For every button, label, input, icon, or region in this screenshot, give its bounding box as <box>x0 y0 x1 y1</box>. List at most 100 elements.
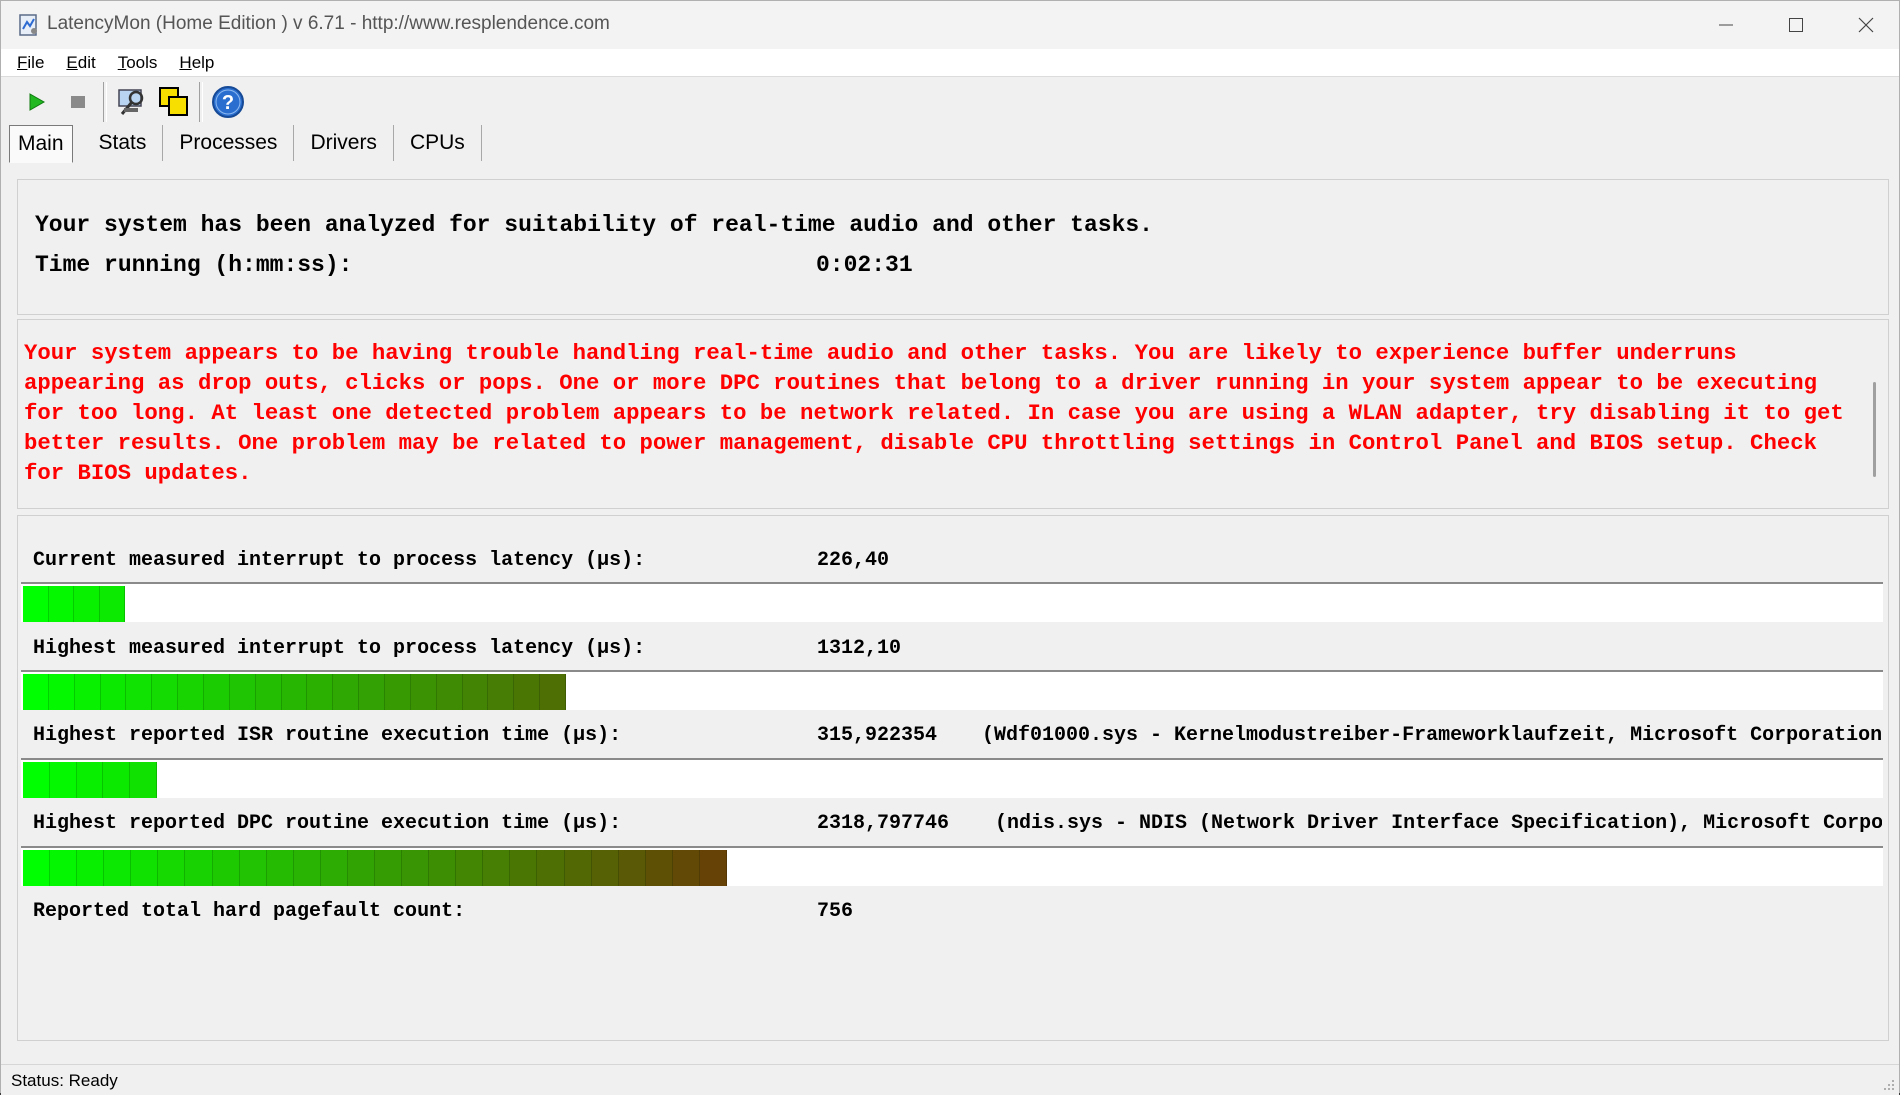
bar-segment <box>266 850 294 886</box>
bar-segment <box>49 762 77 798</box>
current-latency-label: Current measured interrupt to process la… <box>33 549 646 572</box>
dpc-time-value: 2318,797746 <box>817 812 950 835</box>
status-text: Status: Ready <box>11 1071 118 1090</box>
svg-text:?: ? <box>222 92 234 114</box>
bar-segment <box>436 674 463 710</box>
dpc-time-label: Highest reported DPC routine execution t… <box>33 812 622 835</box>
bar-segment <box>255 674 282 710</box>
play-icon <box>29 93 46 111</box>
bar-segment <box>564 850 592 886</box>
bar-segment <box>402 850 430 886</box>
bar-segment <box>204 674 230 710</box>
status-bar: Status: Ready <box>1 1064 1899 1095</box>
minimize-button[interactable] <box>1691 1 1761 49</box>
menu-edit[interactable]: Edit <box>66 53 95 73</box>
toolbar: ? <box>1 79 1899 125</box>
bar-segment <box>126 674 153 710</box>
dpc-time-bar-fill <box>23 850 727 886</box>
tab-stats[interactable]: Stats <box>83 125 164 161</box>
tab-drivers[interactable]: Drivers <box>294 125 394 161</box>
bar-segment <box>359 674 385 710</box>
current-latency-value: 226,40 <box>817 549 890 572</box>
tab-processes[interactable]: Processes <box>163 125 295 161</box>
bar-segment <box>333 674 360 710</box>
isr-time-label: Highest reported ISR routine execution t… <box>33 724 622 747</box>
bar-segment <box>456 850 484 886</box>
stop-button[interactable] <box>57 81 99 123</box>
summary-heading: Your system has been analyzed for suitab… <box>35 212 1153 238</box>
isr-driver-detail: (Wdf01000.sys - Kernelmodustreiber-Frame… <box>982 724 1882 747</box>
copy-button[interactable] <box>153 81 195 123</box>
bar-segment <box>212 850 240 886</box>
bar-segment <box>131 850 159 886</box>
monitor-icon <box>118 89 144 115</box>
dpc-time-bar <box>21 846 1883 886</box>
bar-segment <box>130 762 157 798</box>
minimize-icon <box>1719 24 1733 26</box>
bar-segment <box>48 586 74 622</box>
menu-file[interactable]: File <box>17 53 44 73</box>
bar-segment <box>307 674 334 710</box>
bar-segment <box>74 674 101 710</box>
pagefault-label: Reported total hard pagefault count: <box>33 900 466 923</box>
bar-segment <box>514 674 541 710</box>
current-latency-bar <box>21 582 1883 622</box>
maximize-icon <box>1789 18 1803 32</box>
bar-segment <box>462 674 489 710</box>
bar-segment <box>540 674 566 710</box>
start-button[interactable] <box>15 81 57 123</box>
bar-segment <box>239 850 267 886</box>
menu-bar: File Edit Tools Help <box>1 49 1899 77</box>
bar-segment <box>104 850 132 886</box>
bar-segment <box>510 850 538 886</box>
isr-time-bar <box>21 758 1883 798</box>
bar-segment <box>77 850 105 886</box>
highest-latency-value: 1312,10 <box>817 637 902 660</box>
bar-segment <box>429 850 457 886</box>
title-bar: LatencyMon (Home Edition ) v 6.71 - http… <box>1 1 1899 49</box>
bar-segment <box>293 850 321 886</box>
tab-cpus[interactable]: CPUs <box>394 125 482 161</box>
bar-segment <box>74 586 100 622</box>
isr-time-value: 315,922354 <box>817 724 938 747</box>
toolbar-separator <box>103 82 107 122</box>
highest-latency-bar-fill <box>23 674 566 710</box>
window-title: LatencyMon (Home Edition ) v 6.71 - http… <box>47 13 610 34</box>
help-icon: ? <box>212 86 244 118</box>
bar-segment <box>410 674 437 710</box>
bar-segment <box>537 850 565 886</box>
bar-segment <box>23 762 50 798</box>
bar-segment <box>229 674 256 710</box>
summary-panel: Your system has been analyzed for suitab… <box>17 179 1889 315</box>
warning-scrollbar[interactable] <box>1873 382 1876 477</box>
monitor-button[interactable] <box>111 81 153 123</box>
bar-segment <box>488 674 515 710</box>
highest-latency-bar <box>21 670 1883 710</box>
bar-segment <box>23 586 49 622</box>
bar-segment <box>375 850 403 886</box>
menu-tools[interactable]: Tools <box>118 53 158 73</box>
bar-segment <box>483 850 511 886</box>
maximize-button[interactable] <box>1761 1 1831 49</box>
bar-segment <box>50 850 78 886</box>
bar-segment <box>100 674 127 710</box>
isr-time-bar-fill <box>23 762 157 798</box>
bar-segment <box>699 850 727 886</box>
bar-segment <box>645 850 673 886</box>
close-button[interactable] <box>1831 1 1900 49</box>
bar-segment <box>48 674 75 710</box>
menu-help[interactable]: Help <box>179 53 214 73</box>
time-running-value: 0:02:31 <box>816 252 913 278</box>
highest-latency-label: Highest measured interrupt to process la… <box>33 637 646 660</box>
bar-segment <box>76 762 104 798</box>
bar-segment <box>672 850 700 886</box>
app-icon <box>19 14 37 36</box>
bar-segment <box>23 850 51 886</box>
tab-main[interactable]: Main <box>9 125 73 163</box>
resize-grip-icon[interactable] <box>1883 1079 1895 1091</box>
close-icon <box>1858 17 1874 33</box>
bar-segment <box>103 762 131 798</box>
stop-icon <box>71 96 85 108</box>
copy-icon <box>159 87 188 116</box>
help-button[interactable]: ? <box>207 81 249 123</box>
